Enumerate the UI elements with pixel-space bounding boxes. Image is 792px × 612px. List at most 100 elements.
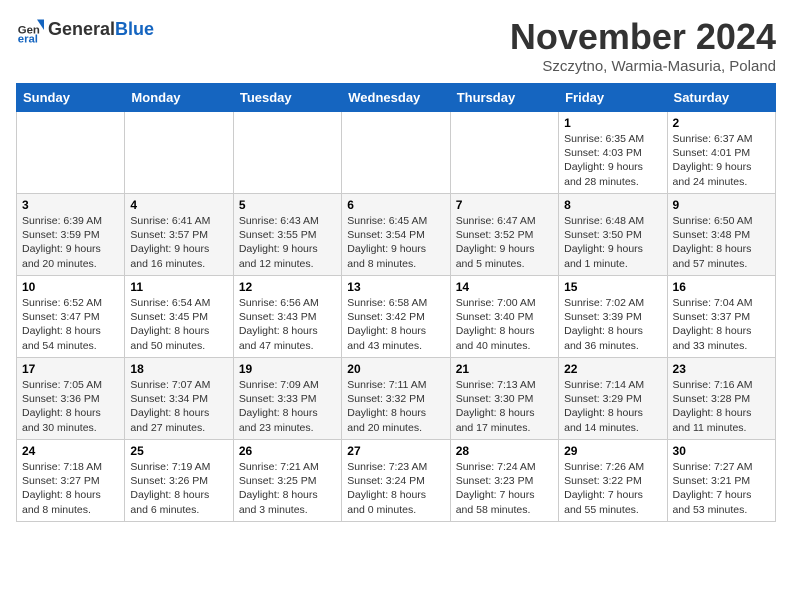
day-info: Sunrise: 7:24 AM Sunset: 3:23 PM Dayligh…: [456, 460, 553, 517]
weekday-header: Thursday: [450, 84, 558, 112]
day-info: Sunrise: 7:11 AM Sunset: 3:32 PM Dayligh…: [347, 378, 444, 435]
day-info: Sunrise: 6:56 AM Sunset: 3:43 PM Dayligh…: [239, 296, 336, 353]
page-header: Gen eral GeneralBlue November 2024 Szczy…: [16, 16, 776, 75]
day-info: Sunrise: 6:48 AM Sunset: 3:50 PM Dayligh…: [564, 214, 661, 271]
weekday-header: Friday: [559, 84, 667, 112]
day-number: 4: [130, 198, 227, 212]
day-number: 19: [239, 362, 336, 376]
day-number: 27: [347, 444, 444, 458]
calendar-cell: 13 Sunrise: 6:58 AM Sunset: 3:42 PM Dayli…: [342, 276, 450, 358]
day-info: Sunrise: 7:09 AM Sunset: 3:33 PM Dayligh…: [239, 378, 336, 435]
calendar-cell: 16Sunrise: 7:04 AM Sunset: 3:37 PM Dayli…: [667, 276, 775, 358]
day-info: Sunrise: 6:52 AM Sunset: 3:47 PM Dayligh…: [22, 296, 119, 353]
calendar-cell: 19 Sunrise: 7:09 AM Sunset: 3:33 PM Dayli…: [233, 358, 341, 440]
day-number: 25: [130, 444, 227, 458]
calendar-cell: 10 Sunrise: 6:52 AM Sunset: 3:47 PM Dayli…: [17, 276, 125, 358]
day-info: Sunrise: 7:13 AM Sunset: 3:30 PM Dayligh…: [456, 378, 553, 435]
day-number: 17: [22, 362, 119, 376]
day-number: 2: [673, 116, 770, 130]
day-info: Sunrise: 6:43 AM Sunset: 3:55 PM Dayligh…: [239, 214, 336, 271]
day-info: Sunrise: 6:58 AM Sunset: 3:42 PM Dayligh…: [347, 296, 444, 353]
day-number: 29: [564, 444, 661, 458]
calendar-cell: 7Sunrise: 6:47 AM Sunset: 3:52 PM Daylig…: [450, 194, 558, 276]
calendar-week-row: 10 Sunrise: 6:52 AM Sunset: 3:47 PM Dayli…: [17, 276, 776, 358]
calendar-cell: 23 Sunrise: 7:16 AM Sunset: 3:28 PM Dayli…: [667, 358, 775, 440]
calendar-cell: 4 Sunrise: 6:41 AM Sunset: 3:57 PM Daylig…: [125, 194, 233, 276]
calendar-cell: [125, 112, 233, 194]
calendar-cell: [342, 112, 450, 194]
calendar-cell: 1 Sunrise: 6:35 AM Sunset: 4:03 PM Daylig…: [559, 112, 667, 194]
day-info: Sunrise: 7:00 AM Sunset: 3:40 PM Dayligh…: [456, 296, 553, 353]
day-info: Sunrise: 6:45 AM Sunset: 3:54 PM Dayligh…: [347, 214, 444, 271]
day-number: 1: [564, 116, 661, 130]
day-info: Sunrise: 7:05 AM Sunset: 3:36 PM Dayligh…: [22, 378, 119, 435]
day-number: 30: [673, 444, 770, 458]
calendar-cell: 6 Sunrise: 6:45 AM Sunset: 3:54 PM Daylig…: [342, 194, 450, 276]
calendar-cell: 30 Sunrise: 7:27 AM Sunset: 3:21 PM Dayli…: [667, 440, 775, 522]
day-number: 18: [130, 362, 227, 376]
logo-icon: Gen eral: [16, 16, 44, 44]
calendar-cell: [233, 112, 341, 194]
calendar-cell: 17 Sunrise: 7:05 AM Sunset: 3:36 PM Dayli…: [17, 358, 125, 440]
day-number: 24: [22, 444, 119, 458]
calendar-cell: [450, 112, 558, 194]
day-number: 7: [456, 198, 553, 212]
day-number: 26: [239, 444, 336, 458]
day-info: Sunrise: 7:04 AM Sunset: 3:37 PM Dayligh…: [673, 296, 770, 353]
logo-blue-text: Blue: [115, 19, 154, 39]
day-info: Sunrise: 7:18 AM Sunset: 3:27 PM Dayligh…: [22, 460, 119, 517]
day-info: Sunrise: 7:14 AM Sunset: 3:29 PM Dayligh…: [564, 378, 661, 435]
weekday-header: Wednesday: [342, 84, 450, 112]
calendar-cell: 14 Sunrise: 7:00 AM Sunset: 3:40 PM Dayli…: [450, 276, 558, 358]
calendar-cell: 25 Sunrise: 7:19 AM Sunset: 3:26 PM Dayli…: [125, 440, 233, 522]
day-info: Sunrise: 6:39 AM Sunset: 3:59 PM Dayligh…: [22, 214, 119, 271]
day-number: 9: [673, 198, 770, 212]
day-info: Sunrise: 7:23 AM Sunset: 3:24 PM Dayligh…: [347, 460, 444, 517]
day-number: 22: [564, 362, 661, 376]
calendar-cell: 15 Sunrise: 7:02 AM Sunset: 3:39 PM Dayli…: [559, 276, 667, 358]
logo-general-text: General: [48, 19, 115, 39]
calendar-cell: 24 Sunrise: 7:18 AM Sunset: 3:27 PM Dayli…: [17, 440, 125, 522]
calendar-cell: 12 Sunrise: 6:56 AM Sunset: 3:43 PM Dayli…: [233, 276, 341, 358]
calendar-cell: 20 Sunrise: 7:11 AM Sunset: 3:32 PM Dayli…: [342, 358, 450, 440]
day-info: Sunrise: 7:07 AM Sunset: 3:34 PM Dayligh…: [130, 378, 227, 435]
calendar-cell: 3Sunrise: 6:39 AM Sunset: 3:59 PM Daylig…: [17, 194, 125, 276]
calendar-cell: 11 Sunrise: 6:54 AM Sunset: 3:45 PM Dayli…: [125, 276, 233, 358]
day-info: Sunrise: 7:26 AM Sunset: 3:22 PM Dayligh…: [564, 460, 661, 517]
calendar-week-row: 3Sunrise: 6:39 AM Sunset: 3:59 PM Daylig…: [17, 194, 776, 276]
day-number: 11: [130, 280, 227, 294]
day-number: 10: [22, 280, 119, 294]
calendar-cell: 9Sunrise: 6:50 AM Sunset: 3:48 PM Daylig…: [667, 194, 775, 276]
day-number: 28: [456, 444, 553, 458]
calendar-week-row: 17 Sunrise: 7:05 AM Sunset: 3:36 PM Dayli…: [17, 358, 776, 440]
day-number: 6: [347, 198, 444, 212]
weekday-header: Monday: [125, 84, 233, 112]
day-number: 23: [673, 362, 770, 376]
day-number: 20: [347, 362, 444, 376]
calendar-week-row: 1 Sunrise: 6:35 AM Sunset: 4:03 PM Daylig…: [17, 112, 776, 194]
weekday-header: Sunday: [17, 84, 125, 112]
day-number: 12: [239, 280, 336, 294]
calendar-table: SundayMondayTuesdayWednesdayThursdayFrid…: [16, 83, 776, 522]
weekday-header: Tuesday: [233, 84, 341, 112]
weekday-header: Saturday: [667, 84, 775, 112]
calendar-cell: 28 Sunrise: 7:24 AM Sunset: 3:23 PM Dayli…: [450, 440, 558, 522]
day-info: Sunrise: 6:35 AM Sunset: 4:03 PM Dayligh…: [564, 132, 661, 189]
svg-text:eral: eral: [18, 33, 38, 44]
day-number: 13: [347, 280, 444, 294]
day-info: Sunrise: 6:54 AM Sunset: 3:45 PM Dayligh…: [130, 296, 227, 353]
calendar-cell: 26 Sunrise: 7:21 AM Sunset: 3:25 PM Dayli…: [233, 440, 341, 522]
day-info: Sunrise: 7:27 AM Sunset: 3:21 PM Dayligh…: [673, 460, 770, 517]
day-number: 14: [456, 280, 553, 294]
day-info: Sunrise: 6:41 AM Sunset: 3:57 PM Dayligh…: [130, 214, 227, 271]
calendar-cell: 5 Sunrise: 6:43 AM Sunset: 3:55 PM Daylig…: [233, 194, 341, 276]
calendar-cell: 22 Sunrise: 7:14 AM Sunset: 3:29 PM Dayli…: [559, 358, 667, 440]
day-number: 15: [564, 280, 661, 294]
day-info: Sunrise: 7:21 AM Sunset: 3:25 PM Dayligh…: [239, 460, 336, 517]
weekday-header-row: SundayMondayTuesdayWednesdayThursdayFrid…: [17, 84, 776, 112]
calendar-cell: [17, 112, 125, 194]
day-info: Sunrise: 7:02 AM Sunset: 3:39 PM Dayligh…: [564, 296, 661, 353]
day-info: Sunrise: 7:16 AM Sunset: 3:28 PM Dayligh…: [673, 378, 770, 435]
day-number: 5: [239, 198, 336, 212]
day-info: Sunrise: 7:19 AM Sunset: 3:26 PM Dayligh…: [130, 460, 227, 517]
